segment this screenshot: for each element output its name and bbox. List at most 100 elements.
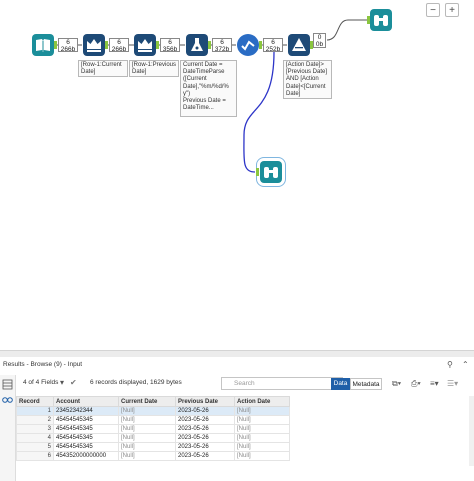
tool-annotation: [Action Date]> [Previous Date] AND [Acti… xyxy=(283,60,332,99)
action-date-cell: [Null] xyxy=(234,433,290,443)
crown-icon xyxy=(138,39,152,52)
browse-tool-input[interactable] xyxy=(256,157,286,187)
input-anchor[interactable] xyxy=(367,16,370,24)
input-anchor[interactable] xyxy=(256,168,259,176)
previous-date-cell: 2023-05-26 xyxy=(175,415,235,425)
table-view-icon[interactable] xyxy=(2,379,13,390)
tab-metadata[interactable]: Metadata xyxy=(350,378,382,390)
select-tool[interactable] xyxy=(237,34,259,56)
account-cell: 23452342344 xyxy=(53,406,119,416)
checkmark-icon xyxy=(241,40,255,51)
record-cell: 5 xyxy=(16,442,54,452)
action-date-cell: [Null] xyxy=(234,415,290,425)
record-cell: 4 xyxy=(16,433,54,443)
column-header[interactable]: Current Date xyxy=(118,396,176,407)
record-count-badge: 6 372b xyxy=(212,38,232,53)
results-panel: Results - Browse (9) - Input ⚲ ⌃ 4 of 4 … xyxy=(0,357,474,481)
multi-row-formula-tool-previous[interactable] xyxy=(134,34,156,56)
table-row[interactable]: 6 454352000000000 [Null] 2023-05-26 [Nul… xyxy=(16,451,290,461)
table-row[interactable]: 2 45454545345 [Null] 2023-05-26 [Null] xyxy=(16,415,290,425)
export-icon[interactable]: ⎙▾ xyxy=(411,379,421,389)
records-info: 6 records displayed, 1629 bytes xyxy=(90,379,182,386)
account-cell: 454352000000000 xyxy=(53,451,119,461)
fields-selector[interactable]: 4 of 4 Fields xyxy=(23,379,58,386)
column-header[interactable]: Record xyxy=(16,396,54,407)
output-anchor[interactable] xyxy=(208,41,211,49)
previous-date-cell: 2023-05-26 xyxy=(175,451,235,461)
previous-date-cell: 2023-05-26 xyxy=(175,442,235,452)
account-cell: 45454545345 xyxy=(53,415,119,425)
copy-icon[interactable]: ⧉▾ xyxy=(392,379,401,389)
tool-annotation: [Row-1:Previous Date] xyxy=(129,60,179,77)
table-row[interactable]: 1 23452342344 [Null] 2023-05-26 [Null] xyxy=(16,406,290,416)
zoom-out-button[interactable]: − xyxy=(426,3,440,17)
filter-tool[interactable] xyxy=(288,34,310,56)
workflow-canvas[interactable]: 6 266b 6 266b [Row-1:Current Date] 6 356… xyxy=(0,0,474,350)
more-options-icon[interactable]: ☰▾ xyxy=(447,379,458,388)
record-cell: 2 xyxy=(16,415,54,425)
multi-row-formula-tool-current[interactable] xyxy=(83,34,105,56)
results-title: Results - Browse (9) - Input xyxy=(3,361,83,368)
filter-triangle-icon xyxy=(292,38,306,51)
formula-tool[interactable] xyxy=(186,34,208,56)
results-toolbar: 4 of 4 Fields ▾ ✔ 6 records displayed, 1… xyxy=(16,375,474,392)
current-date-cell: [Null] xyxy=(118,433,176,443)
action-date-cell: [Null] xyxy=(234,424,290,434)
current-date-cell: [Null] xyxy=(118,406,176,416)
action-date-cell: [Null] xyxy=(234,451,290,461)
binoculars-icon xyxy=(264,167,278,178)
flask-icon xyxy=(191,38,203,51)
column-header[interactable]: Action Date xyxy=(234,396,290,407)
pin-icon[interactable]: ⚲ xyxy=(447,360,453,369)
current-date-cell: [Null] xyxy=(118,424,176,434)
vertical-scrollbar[interactable] xyxy=(469,396,474,466)
table-row[interactable]: 4 45454545345 [Null] 2023-05-26 [Null] xyxy=(16,433,290,443)
record-count-badge: 6 266b xyxy=(109,38,129,53)
table-row[interactable]: 5 45454545345 [Null] 2023-05-26 [Null] xyxy=(16,442,290,452)
browse-view-icon[interactable] xyxy=(2,394,13,405)
browse-tool-true[interactable] xyxy=(370,9,392,31)
record-cell: 1 xyxy=(16,406,54,416)
zoom-in-button[interactable]: + xyxy=(445,3,459,17)
column-header[interactable]: Account xyxy=(53,396,119,407)
record-count-badge: 0 0b xyxy=(313,33,326,48)
input-data-tool[interactable] xyxy=(32,34,54,56)
output-anchor[interactable] xyxy=(156,41,159,49)
results-table: Record Account Current Date Previous Dat… xyxy=(16,396,290,461)
apply-check-icon[interactable]: ✔ xyxy=(70,378,77,387)
action-date-cell: [Null] xyxy=(234,406,290,416)
current-date-cell: [Null] xyxy=(118,415,176,425)
previous-date-cell: 2023-05-26 xyxy=(175,433,235,443)
output-anchor[interactable] xyxy=(259,41,262,49)
book-icon xyxy=(36,39,50,52)
account-cell: 45454545345 xyxy=(53,424,119,434)
column-header[interactable]: Previous Date xyxy=(175,396,235,407)
output-anchor[interactable] xyxy=(54,41,57,49)
expand-icon[interactable]: ⌃ xyxy=(462,360,469,369)
current-date-cell: [Null] xyxy=(118,442,176,452)
panel-splitter[interactable] xyxy=(0,350,474,357)
tab-data[interactable]: Data xyxy=(331,378,350,390)
account-cell: 45454545345 xyxy=(53,442,119,452)
search-input[interactable] xyxy=(221,377,343,390)
record-cell: 3 xyxy=(16,424,54,434)
record-cell: 6 xyxy=(16,451,54,461)
tool-annotation: Current Date = DateTimeParse ([Current D… xyxy=(180,60,237,117)
filter-rows-icon[interactable]: ≡▾ xyxy=(430,379,439,388)
current-date-cell: [Null] xyxy=(118,451,176,461)
table-row[interactable]: 3 45454545345 [Null] 2023-05-26 [Null] xyxy=(16,424,290,434)
record-count-badge: 6 356b xyxy=(160,38,180,53)
output-anchor[interactable] xyxy=(105,41,108,49)
previous-date-cell: 2023-05-26 xyxy=(175,406,235,416)
record-count-badge: 6 266b xyxy=(58,38,78,53)
chevron-down-icon[interactable]: ▾ xyxy=(60,378,64,387)
binoculars-icon xyxy=(374,15,388,26)
table-header-row: Record Account Current Date Previous Dat… xyxy=(16,396,290,407)
account-cell: 45454545345 xyxy=(53,433,119,443)
tool-annotation: [Row-1:Current Date] xyxy=(78,60,128,77)
action-date-cell: [Null] xyxy=(234,442,290,452)
record-count-badge: 6 252b xyxy=(263,38,283,53)
results-side-rail xyxy=(0,375,16,481)
crown-icon xyxy=(87,39,101,52)
previous-date-cell: 2023-05-26 xyxy=(175,424,235,434)
